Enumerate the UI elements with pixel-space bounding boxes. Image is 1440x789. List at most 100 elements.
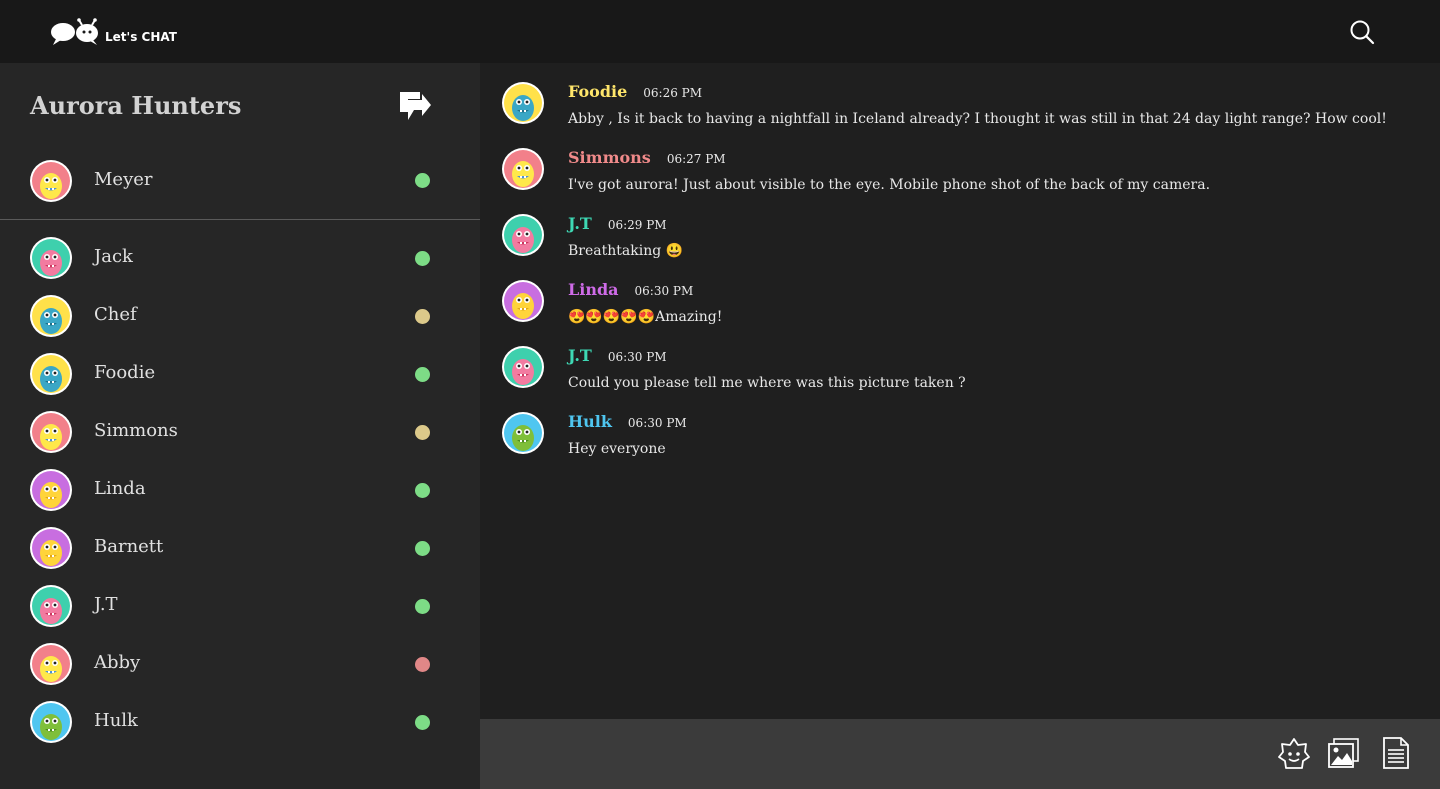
monster-avatar-image — [504, 282, 542, 320]
search-button[interactable] — [1348, 18, 1376, 46]
message: J.T 06:29 PM Breathtaking 😃 — [502, 195, 1422, 261]
message-text: 😍😍😍😍😍Amazing! — [568, 309, 723, 325]
member-name: Meyer — [94, 169, 153, 190]
monster-avatar-image — [32, 471, 70, 509]
message-author[interactable]: Foodie — [568, 82, 627, 101]
message: J.T 06:30 PM Could you please tell me wh… — [502, 327, 1422, 393]
avatar — [30, 701, 72, 743]
avatar — [30, 353, 72, 395]
member-name: Chef — [94, 304, 137, 325]
avatar — [30, 237, 72, 279]
top-bar: Let's CHAT — [0, 0, 1440, 63]
monster-avatar-image — [32, 355, 70, 393]
message-text: Hey everyone — [568, 441, 666, 457]
message-timestamp: 06:29 PM — [607, 218, 667, 232]
message-timestamp: 06:27 PM — [666, 152, 726, 166]
avatar — [502, 346, 544, 388]
emoji-button[interactable] — [1278, 737, 1310, 769]
exit-group-button[interactable] — [398, 90, 432, 122]
status-indicator — [415, 367, 430, 382]
message-text: Breathtaking 😃 — [568, 243, 684, 259]
search-icon — [1348, 20, 1376, 50]
member-item[interactable]: J.T — [0, 577, 480, 635]
sidebar: Aurora Hunters Meyer Jack Chef Foodie Si… — [0, 63, 480, 789]
member-item[interactable]: Abby — [0, 635, 480, 693]
monster-avatar-image — [504, 84, 542, 122]
status-indicator — [415, 599, 430, 614]
message-timestamp: 06:26 PM — [643, 86, 703, 100]
member-name: Barnett — [94, 536, 164, 557]
member-item[interactable]: Barnett — [0, 519, 480, 577]
composer-bar[interactable] — [480, 719, 1440, 789]
group-title: Aurora Hunters — [30, 91, 242, 120]
status-indicator — [415, 541, 430, 556]
member-name: Hulk — [94, 710, 138, 731]
member-name: Simmons — [94, 420, 178, 441]
member-name: Foodie — [94, 362, 156, 383]
avatar — [30, 160, 72, 202]
avatar — [502, 148, 544, 190]
monster-avatar-image — [504, 216, 542, 254]
member-item[interactable]: Linda — [0, 461, 480, 519]
status-indicator — [415, 173, 430, 188]
message-timestamp: 06:30 PM — [607, 350, 667, 364]
avatar — [30, 411, 72, 453]
message-timestamp: 06:30 PM — [634, 284, 694, 298]
image-icon — [1328, 738, 1360, 773]
avatar — [30, 295, 72, 337]
avatar — [502, 412, 544, 454]
monster-avatar-image — [32, 587, 70, 625]
image-button[interactable] — [1328, 737, 1360, 769]
member-item[interactable]: Foodie — [0, 345, 480, 403]
avatar — [502, 214, 544, 256]
message-text: I've got aurora! Just about visible to t… — [568, 177, 1211, 193]
status-indicator — [415, 657, 430, 672]
message-text: Could you please tell me where was this … — [568, 375, 966, 391]
message: Foodie 06:26 PM Abby , Is it back to hav… — [502, 63, 1422, 129]
message-author[interactable]: Hulk — [568, 412, 612, 431]
monster-avatar-image — [32, 239, 70, 277]
status-indicator — [415, 251, 430, 266]
status-indicator — [415, 715, 430, 730]
member-name: Jack — [94, 246, 133, 267]
message-timestamp: 06:30 PM — [627, 416, 687, 430]
member-item[interactable]: Jack — [0, 229, 480, 287]
avatar — [30, 469, 72, 511]
message-author[interactable]: Simmons — [568, 148, 651, 167]
current-user-row[interactable]: Meyer — [0, 160, 480, 220]
monster-avatar-image — [504, 348, 542, 386]
app-logo[interactable]: Let's CHAT — [50, 16, 177, 46]
document-button[interactable] — [1380, 737, 1412, 769]
message: Simmons 06:27 PM I've got aurora! Just a… — [502, 129, 1422, 195]
message: Hulk 06:30 PM Hey everyone — [502, 393, 1422, 459]
document-icon — [1380, 737, 1412, 773]
member-item[interactable]: Chef — [0, 287, 480, 345]
message-thread: Foodie 06:26 PM Abby , Is it back to hav… — [480, 63, 1440, 719]
exit-group-icon — [398, 92, 432, 126]
chat-bubbles-icon — [50, 18, 102, 46]
member-name: Linda — [94, 478, 146, 499]
avatar — [30, 643, 72, 685]
member-name: J.T — [94, 594, 118, 615]
message-author[interactable]: J.T — [568, 346, 592, 365]
member-name: Abby — [94, 652, 141, 673]
emoji-icon — [1278, 738, 1310, 773]
monster-avatar-image — [32, 703, 70, 741]
monster-avatar-image — [32, 162, 70, 200]
monster-avatar-image — [504, 150, 542, 188]
monster-avatar-image — [32, 297, 70, 335]
monster-avatar-image — [32, 529, 70, 567]
message: Linda 06:30 PM 😍😍😍😍😍Amazing! — [502, 261, 1422, 327]
status-indicator — [415, 425, 430, 440]
avatar — [30, 585, 72, 627]
message-author[interactable]: J.T — [568, 214, 592, 233]
avatar — [30, 527, 72, 569]
message-author[interactable]: Linda — [568, 280, 619, 299]
monster-avatar-image — [32, 413, 70, 451]
monster-avatar-image — [32, 645, 70, 683]
member-item[interactable]: Simmons — [0, 403, 480, 461]
avatar — [502, 280, 544, 322]
status-indicator — [415, 309, 430, 324]
status-indicator — [415, 483, 430, 498]
member-item[interactable]: Hulk — [0, 693, 480, 751]
